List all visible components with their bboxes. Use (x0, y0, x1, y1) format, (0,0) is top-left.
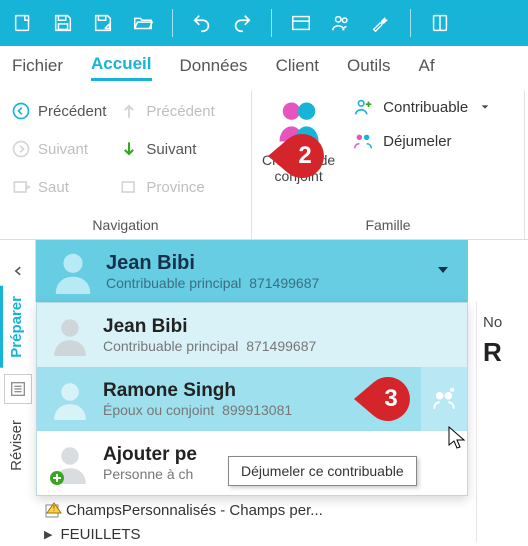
person-name: Jean Bibi (103, 316, 316, 338)
window-icon[interactable] (286, 8, 316, 38)
dejumeler-label: Déjumeler (383, 133, 451, 150)
left-tabs: Préparer Réviser (0, 286, 36, 481)
nav-suivant-disabled-label: Suivant (38, 141, 88, 158)
arrow-up-disabled-icon (118, 100, 140, 122)
contribuable-label: Contribuable (383, 99, 468, 116)
tree-item-champs-label: ChampsPersonnalisés - Champs per... (66, 502, 323, 519)
people-icon[interactable] (326, 8, 356, 38)
menu-af[interactable]: Af (419, 56, 435, 80)
right-big: R (483, 337, 522, 368)
tree-item-feuillets-label: FEUILLETS (60, 526, 140, 543)
new-file-icon[interactable] (8, 8, 38, 38)
nav-province: Province (118, 172, 214, 202)
form-tree: ! ChampsPersonnalisés - Champs per... ▶ … (44, 498, 323, 546)
avatar-add-icon (47, 440, 93, 486)
avatar-icon (47, 312, 93, 358)
nav-precedent-2: Précédent (118, 96, 214, 126)
jump-icon (10, 176, 32, 198)
nav-precedent[interactable]: Précédent (10, 96, 106, 126)
ribbon-label-navigation: Navigation (10, 213, 241, 237)
menu-accueil[interactable]: Accueil (91, 54, 151, 81)
dejumeler-button[interactable]: Déjumeler (351, 130, 490, 152)
tooltip: Déjumeler ce contribuable (228, 456, 417, 486)
avatar-icon (50, 248, 96, 294)
add-person-name: Ajouter pe (103, 444, 197, 466)
chevron-down-icon (480, 99, 490, 116)
save-icon[interactable] (48, 8, 78, 38)
menu-bar: Fichier Accueil Données Client Outils Af (0, 46, 528, 90)
avatar-icon (47, 376, 93, 422)
current-person-role: Contribuable principal (106, 275, 241, 291)
current-person-selector[interactable]: Jean Bibi Contribuable principal 8714996… (36, 240, 468, 302)
person-plus-icon (351, 96, 375, 118)
nav-precedent-label: Précédent (38, 103, 106, 120)
svg-text:!: ! (53, 504, 55, 513)
menu-donnees[interactable]: Données (180, 56, 248, 80)
split-people-icon (351, 130, 375, 152)
nav-province-label: Province (146, 179, 204, 196)
person-list-item[interactable]: Jean Bibi Contribuable principal 8714996… (37, 303, 467, 367)
tree-item-champs[interactable]: ! ChampsPersonnalisés - Champs per... (44, 498, 323, 522)
quick-access-toolbar (0, 0, 528, 46)
arrow-left-icon (10, 100, 32, 122)
tab-preparer[interactable]: Préparer (0, 286, 36, 368)
book-icon[interactable] (425, 8, 455, 38)
nav-suivant-2[interactable]: Suivant (118, 134, 214, 164)
nav-saut-label: Saut (38, 179, 69, 196)
right-panel-sliver: No R (476, 302, 528, 542)
menu-outils[interactable]: Outils (347, 56, 390, 80)
callout-marker-3: 3 (354, 376, 414, 422)
ribbon-label-famille: Famille (262, 213, 514, 237)
nav-suivant-disabled: Suivant (10, 134, 106, 164)
undo-icon[interactable] (187, 8, 217, 38)
arrow-down-icon (118, 138, 140, 160)
tab-forms-icon[interactable] (4, 374, 32, 404)
callout-number: 3 (368, 376, 414, 422)
warning-icon: ! (44, 501, 62, 519)
add-person-role: Personne à ch (103, 466, 197, 482)
save-as-icon[interactable] (88, 8, 118, 38)
open-icon[interactable] (128, 8, 158, 38)
callout-number: 2 (282, 133, 328, 179)
expand-icon[interactable]: ▶ (44, 528, 52, 541)
person-role: Contribuable principal (103, 338, 238, 354)
province-icon (118, 176, 140, 198)
nav-precedent-2-label: Précédent (146, 103, 214, 120)
person-role: Époux ou conjoint (103, 402, 214, 418)
tab-reviser[interactable]: Réviser (0, 410, 36, 481)
wrench-icon[interactable] (366, 8, 396, 38)
arrow-right-disabled-icon (10, 138, 32, 160)
current-person-name: Jean Bibi (106, 252, 319, 275)
chevron-down-icon (436, 263, 450, 280)
contribuable-dropdown[interactable]: Contribuable (351, 96, 490, 118)
tree-item-feuillets[interactable]: ▶ FEUILLETS (44, 522, 323, 546)
ribbon: Précédent Suivant Saut (0, 90, 528, 240)
redo-icon[interactable] (227, 8, 257, 38)
callout-marker-2: 2 (268, 133, 328, 179)
person-name: Ramone Singh (103, 380, 292, 402)
menu-client[interactable]: Client (276, 56, 319, 80)
current-person-id: 871499687 (249, 275, 319, 291)
nav-suivant-2-label: Suivant (146, 141, 196, 158)
person-id: 871499687 (246, 338, 316, 354)
mouse-cursor-icon (448, 426, 468, 453)
right-nor: No (483, 314, 522, 331)
person-id: 899913081 (222, 402, 292, 418)
ribbon-group-navigation: Précédent Suivant Saut (0, 90, 252, 239)
dejumeler-person-button[interactable] (421, 367, 467, 431)
nav-saut: Saut (10, 172, 106, 202)
menu-fichier[interactable]: Fichier (12, 56, 63, 80)
